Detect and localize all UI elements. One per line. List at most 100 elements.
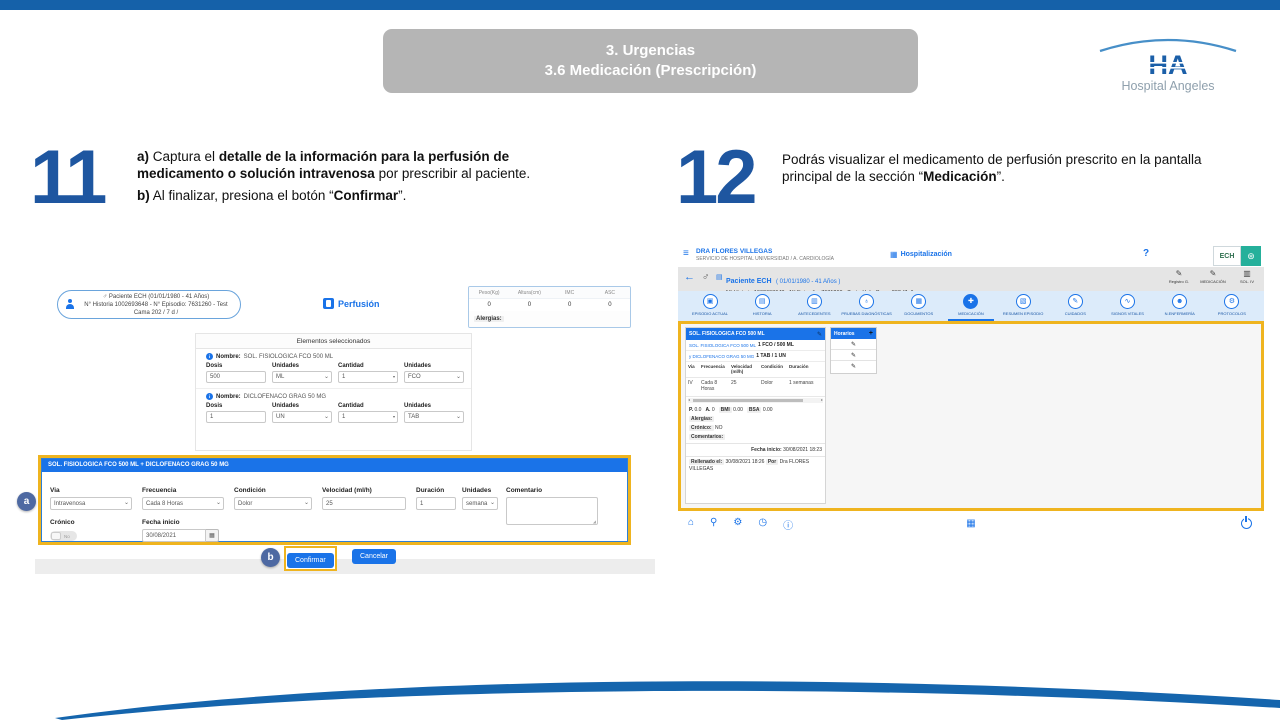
nav-historia[interactable]: ▤HISTORIA	[736, 293, 788, 319]
nav-pruebas-diagnosticas[interactable]: ♁PRUEBAS DIAGNÓSTICAS	[841, 293, 893, 319]
section-nav: ▣EPISODIO ACTUAL ▤HISTORIA ▥ANTECEDENTES…	[678, 291, 1264, 321]
nav-medicacion[interactable]: ✚MEDICACIÓN	[945, 293, 997, 319]
chevron-down-icon: ⌄	[324, 413, 329, 420]
pencil-icon: ✎	[851, 341, 856, 348]
horario-row[interactable]: ✎	[831, 361, 876, 372]
patient-bar: ← ♂ ▤ Paciente ECH ( 01/01/1980 - 41 Año…	[678, 267, 1264, 291]
chevron-down-icon: ⌄	[490, 499, 495, 506]
back-arrow-icon[interactable]: ←	[684, 271, 695, 283]
info-icon: i	[206, 393, 213, 400]
dosis-input[interactable]: 500	[206, 371, 266, 383]
pencil-icon: ✎	[851, 352, 856, 359]
logo-abbr: HA	[1149, 50, 1188, 80]
screenshot-medication-main: ≡ DRA FLORES VILLEGAS SERVICIO DE HOSPIT…	[678, 245, 1264, 537]
resumen-icon: ▧	[1016, 294, 1031, 309]
home-icon[interactable]: ⌂	[688, 517, 694, 532]
nav-protocolos[interactable]: ⚙PROTOCOLOS	[1206, 293, 1258, 319]
patient-pill: ♂ Paciente ECH (01/01/1980 - 41 Años) N°…	[57, 290, 241, 319]
cantidad-stepper[interactable]: 1▾	[338, 411, 398, 423]
frecuencia-label: Frecuencia	[142, 487, 176, 494]
comentario-textarea[interactable]: ◢	[506, 497, 598, 525]
antecedentes-icon: ▥	[807, 294, 822, 309]
nav-antecedentes[interactable]: ▥ANTECEDENTES	[788, 293, 840, 319]
cronico-toggle[interactable]: No	[50, 531, 77, 541]
condicion-label: Condición	[234, 487, 266, 494]
nav-enfermeria[interactable]: ☻N.ENFERMERÍA	[1154, 293, 1206, 319]
velocidad-input[interactable]: 25	[322, 497, 406, 510]
cantidad-stepper[interactable]: 1▾	[338, 371, 398, 383]
search-icon[interactable]: ⚲	[710, 517, 717, 532]
elemento-item-1: i Nombre: SOL. FISIOLOGICA FCO 500 ML Do…	[196, 349, 471, 388]
dosis-input[interactable]: 1	[206, 411, 266, 423]
alergias-row: Alergias:	[686, 414, 825, 423]
patient-pill-text: ♂ Paciente ECH (01/01/1980 - 41 Años) N°…	[79, 293, 233, 317]
logo-name: Hospital Angeles	[1121, 79, 1214, 93]
step-11-number: 11	[30, 140, 104, 216]
unidades-label: Unidades	[272, 363, 332, 369]
nav-episodio-actual[interactable]: ▣EPISODIO ACTUAL	[684, 293, 736, 319]
frecuencia-select[interactable]: Cada 8 Horas⌄	[142, 497, 224, 510]
gear-icon[interactable]: ⚙	[733, 517, 742, 532]
module-label: Hospitalización	[901, 251, 952, 258]
slide-title-line2: 3.6 Medicación (Prescripción)	[545, 61, 757, 81]
unidades2-select[interactable]: TAB⌄	[404, 411, 464, 423]
episodio-actual-icon: ▣	[703, 294, 718, 309]
patient-icon	[65, 299, 75, 310]
unidades-select[interactable]: ML⌄	[272, 371, 332, 383]
power-icon[interactable]	[1241, 518, 1252, 529]
vitals-box: Peso(Kg) Altura(cm) IMC ASC 0 0 0 0 Aler…	[468, 286, 631, 328]
help-icon[interactable]: ?	[1143, 248, 1149, 259]
fecha-inicio-input[interactable]: 30/08/2021	[142, 529, 206, 542]
elemento-item-2: i Nombre: DICLOFENACO GRAG 50 MG Dosis U…	[196, 388, 471, 428]
duracion-input[interactable]: 1	[416, 497, 456, 510]
ech-logo-text: ECH	[1213, 246, 1241, 266]
step11-b: b) Al finalizar, presiona el botón “Conf…	[137, 188, 535, 205]
scrollbar-thumb[interactable]	[693, 399, 803, 402]
ech-logo: ECH ⊛	[1213, 246, 1261, 266]
perfusion-med-card: SOL. FISIOLOGICA FCO 500 ML ✎ SOL. FISIO…	[685, 327, 826, 504]
condicion-select[interactable]: Dolor⌄	[234, 497, 312, 510]
pencil-icon: ✎	[851, 363, 856, 370]
vitals-alergias-row: Alergias:	[469, 311, 630, 327]
scroll-left-icon[interactable]: ◂	[688, 397, 690, 402]
document-icon: ▤	[716, 273, 723, 281]
doctor-block: DRA FLORES VILLEGAS SERVICIO DE HOSPITAL…	[696, 248, 834, 262]
via-select[interactable]: Intravenosa⌄	[50, 497, 132, 510]
slide-title-line1: 3. Urgencias	[606, 41, 695, 61]
annotation-badge-b: b	[261, 548, 280, 567]
inbox-icon[interactable]: ▦	[966, 518, 975, 529]
horizontal-scrollbar[interactable]: ◂ ▸	[688, 398, 823, 403]
calendar-button[interactable]: ▦	[206, 529, 219, 542]
tool-registro[interactable]: ✎ Registro G.	[1164, 269, 1194, 284]
tool-sol-iv[interactable]: ▥ SOL. IV	[1232, 269, 1262, 284]
soliv-icon: ▥	[1232, 269, 1262, 278]
resize-handle-icon: ◢	[593, 519, 596, 524]
horarios-title: Horarios	[834, 331, 855, 337]
clock-icon[interactable]: ◷	[758, 517, 767, 532]
horario-row[interactable]: ✎	[831, 339, 876, 350]
nav-signos-vitales[interactable]: ∿SIGNOS VITALES	[1102, 293, 1154, 319]
cancelar-button[interactable]: Cancelar	[352, 549, 396, 564]
nav-documentos[interactable]: ▦DOCUMENTOS	[893, 293, 945, 319]
nav-cuidados[interactable]: ✎CUIDADOS	[1049, 293, 1101, 319]
perfusion-detail-title: SOL. FISIOLOGICA FCO 500 ML + DICLOFENAC…	[42, 459, 627, 472]
tool-medicacion[interactable]: ✎ MEDICACIÓN	[1198, 269, 1228, 284]
confirmar-button[interactable]: Confirmar	[287, 553, 334, 568]
documentos-icon: ▦	[911, 294, 926, 309]
nav-resumen-episodio[interactable]: ▧RESUMEN EPISODIO	[997, 293, 1049, 319]
info-icon[interactable]: ⓘ	[783, 517, 793, 532]
patient-tools: ✎ Registro G. ✎ MEDICACIÓN ▥ SOL. IV	[1164, 269, 1262, 284]
patient-stats: P. 0.0 A. 0 BMI 0.00 BSA 0.00	[686, 404, 825, 414]
add-horario-icon[interactable]: +	[869, 330, 873, 337]
unidades-select[interactable]: semana⌄	[462, 497, 498, 510]
med-table-headers: Via Frecuencia Velocidad (ml/h) Condició…	[686, 362, 825, 378]
horario-row[interactable]: ✎	[831, 350, 876, 361]
edit-pencil-icon[interactable]: ✎	[817, 331, 822, 338]
chevron-down-icon: ⌄	[216, 499, 221, 506]
unidades2-select[interactable]: FCO⌄	[404, 371, 464, 383]
unidades-select[interactable]: UN⌄	[272, 411, 332, 423]
scroll-right-icon[interactable]: ▸	[821, 397, 823, 402]
enfermeria-icon: ☻	[1172, 294, 1187, 309]
hamburger-menu-icon[interactable]: ≡	[683, 248, 689, 259]
unidades-label: Unidades	[404, 403, 464, 409]
